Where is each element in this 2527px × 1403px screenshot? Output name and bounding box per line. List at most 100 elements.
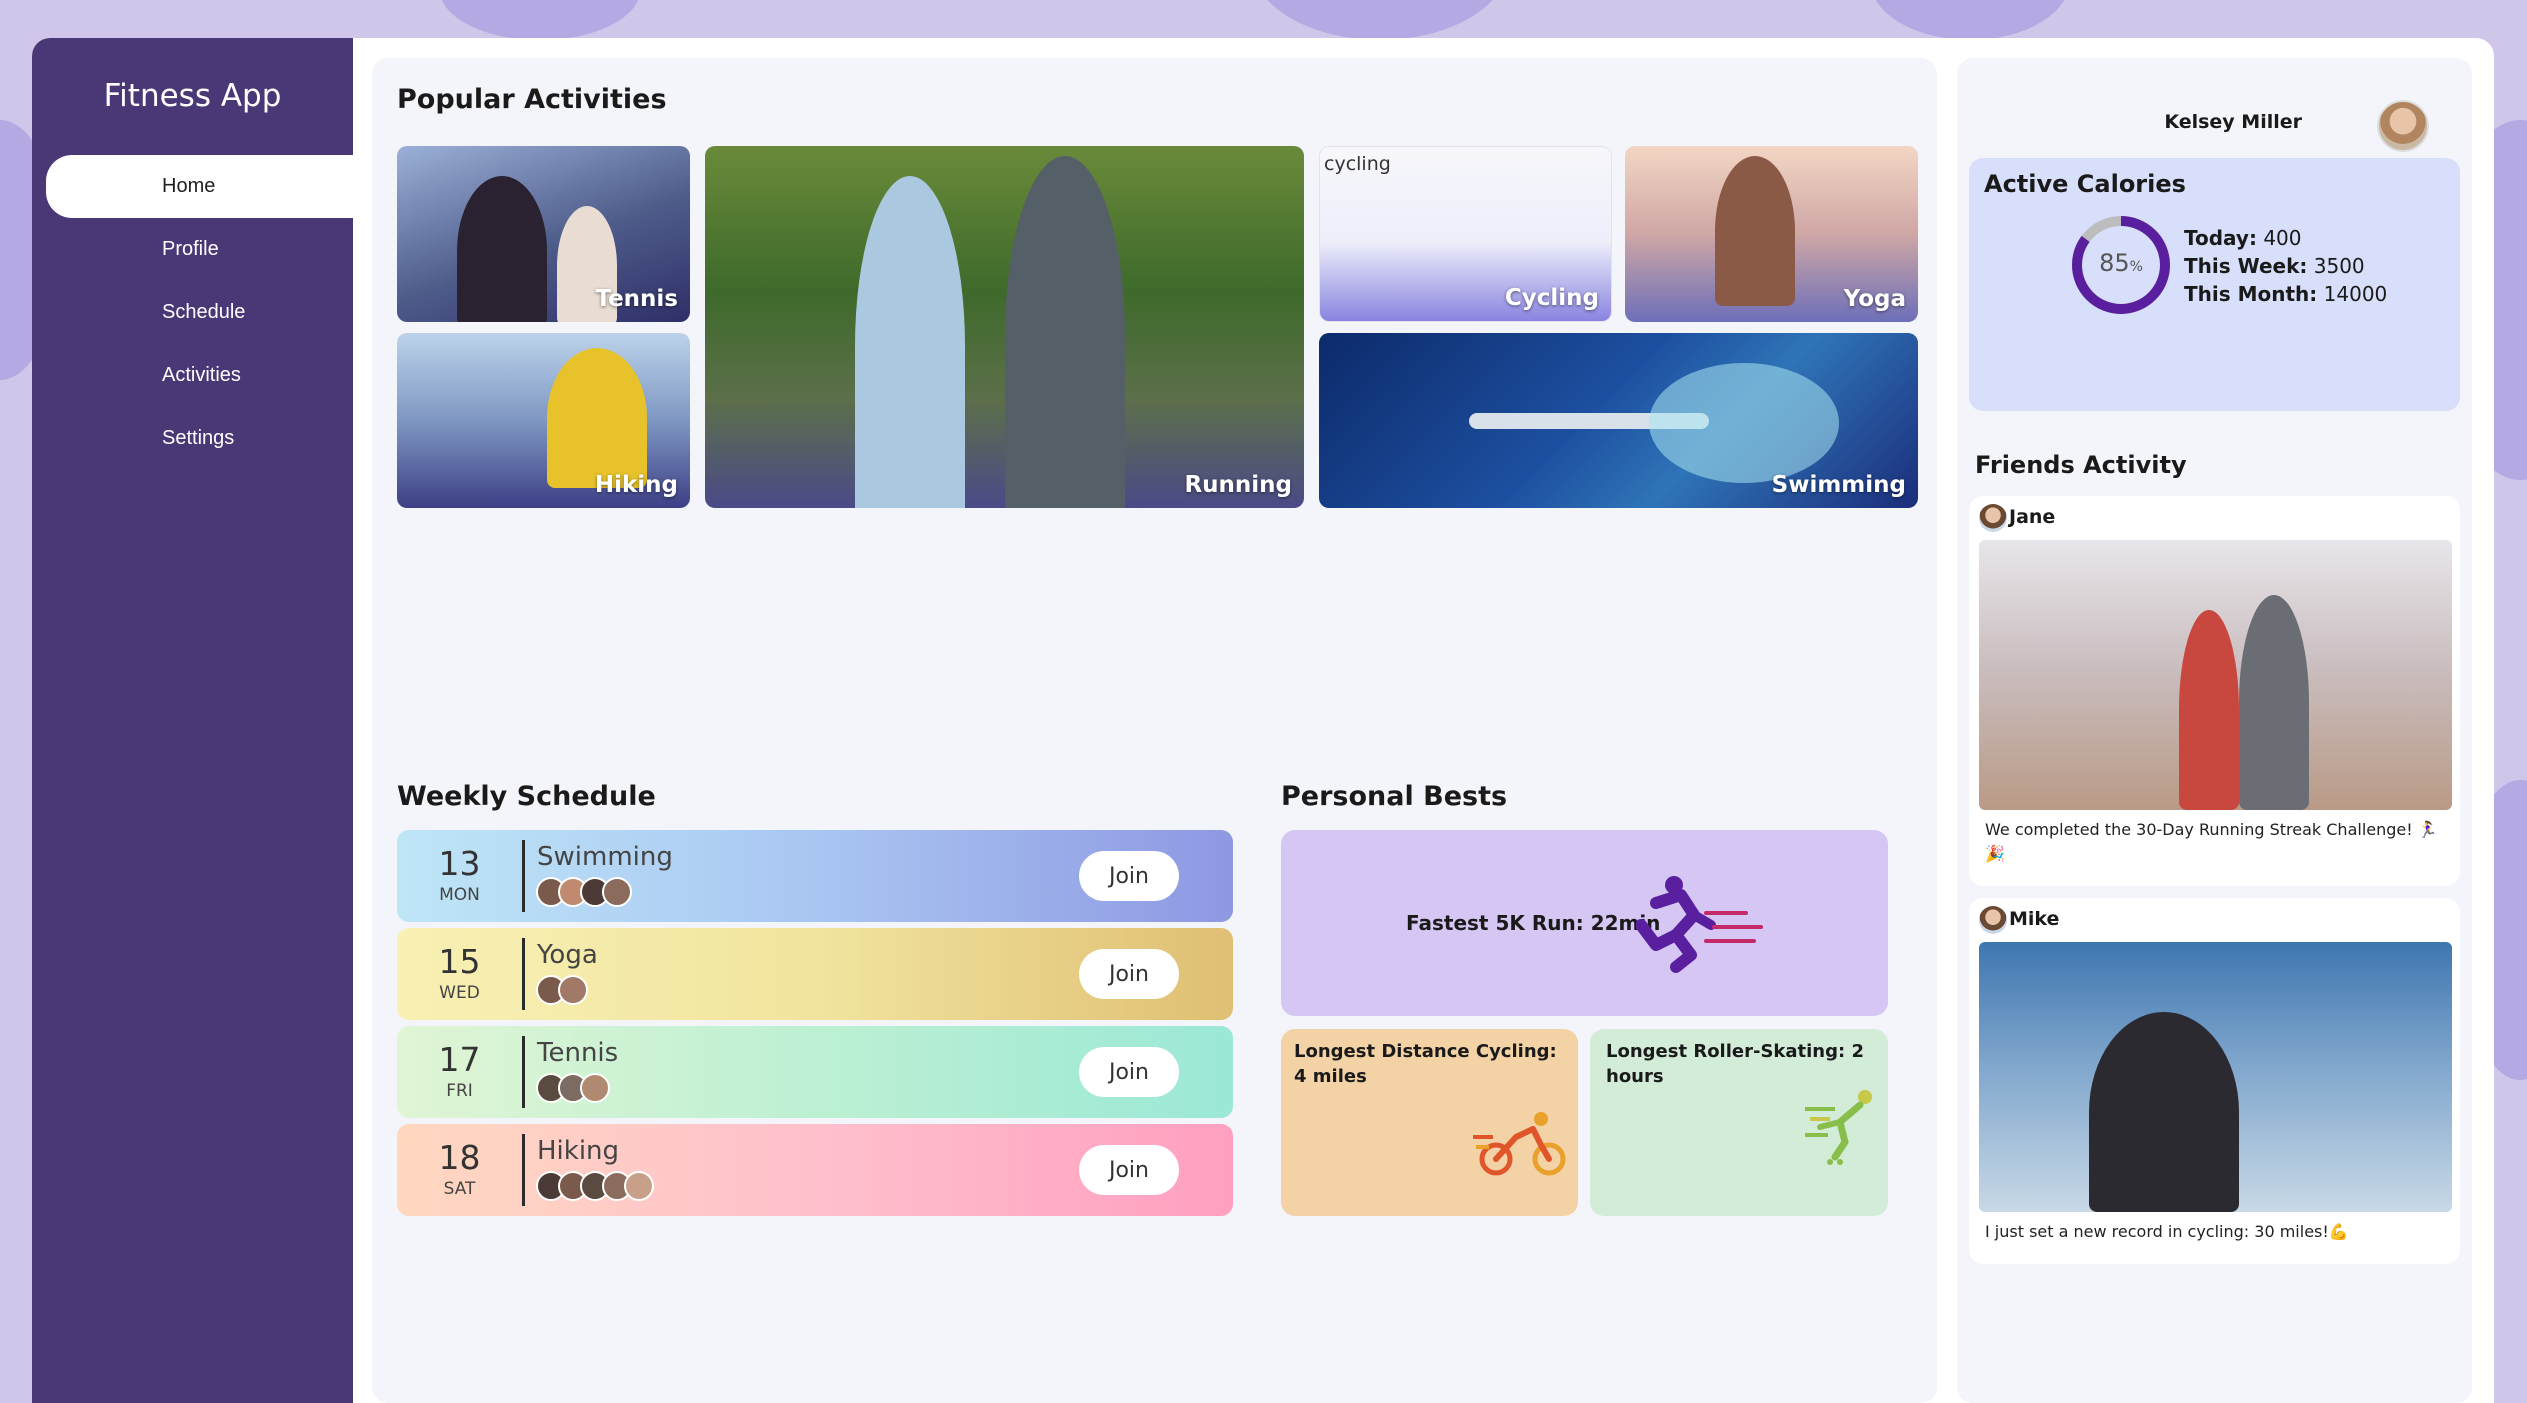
- image-alt-text: cycling: [1324, 153, 1391, 175]
- sidebar-item-schedule[interactable]: Schedule: [32, 281, 353, 344]
- schedule-row: 17 FRI Tennis Join: [397, 1026, 1233, 1118]
- stat-value: 3500: [2313, 254, 2365, 278]
- schedule-row: 18 SAT Hiking Join: [397, 1124, 1233, 1216]
- roller-skating-icon: [1805, 1090, 1872, 1165]
- user-name: Kelsey Miller: [2164, 111, 2302, 133]
- schedule-date: 17 FRI: [397, 1040, 522, 1101]
- schedule-day: 17: [438, 1040, 481, 1079]
- schedule-day: 13: [438, 844, 481, 883]
- schedule-row: 13 MON Swimming Join: [397, 830, 1233, 922]
- app-title: Fitness App: [103, 78, 282, 114]
- sidebar-nav: Home Profile Schedule Activities Setting…: [32, 155, 353, 470]
- sidebar-item-settings[interactable]: Settings: [32, 407, 353, 470]
- cycling-icon: [1473, 1112, 1566, 1176]
- sidebar-item-profile[interactable]: Profile: [32, 218, 353, 281]
- sidebar-item-home[interactable]: Home: [46, 155, 353, 218]
- friend-post: Mike I just set a new record in cycling:…: [1969, 898, 2460, 1264]
- runner-image: [855, 176, 965, 508]
- join-button[interactable]: Join: [1079, 949, 1179, 999]
- calories-stats: Today: 400 This Week: 3500 This Month: 1…: [2184, 224, 2387, 308]
- hiker-image: [547, 348, 647, 488]
- join-button[interactable]: Join: [1079, 1047, 1179, 1097]
- activity-tile-label: Swimming: [1771, 472, 1906, 498]
- calories-percent-value: 85: [2099, 249, 2130, 277]
- stat-label: This Month:: [2184, 282, 2318, 306]
- divider: [522, 938, 525, 1010]
- avatar: [580, 1073, 610, 1103]
- sidebar: Fitness App Home Profile Schedule Activi…: [32, 38, 353, 1403]
- fastest-5k-card: Fastest 5K Run: 22min: [1281, 830, 1888, 1016]
- main-panel: Popular Activities Tennis Running cyclin…: [372, 58, 1937, 1403]
- activity-tile-label: Running: [1184, 472, 1292, 498]
- activity-tile-cycling[interactable]: cycling Cycling: [1319, 146, 1612, 322]
- activity-tile-label: Cycling: [1504, 285, 1599, 311]
- activity-tile-label: Yoga: [1843, 286, 1906, 312]
- activity-tile-hiking[interactable]: Hiking: [397, 333, 690, 508]
- avatar: [602, 877, 632, 907]
- schedule-activity-name: Hiking: [537, 1136, 620, 1166]
- join-button[interactable]: Join: [1079, 1145, 1179, 1195]
- schedule-activity-name: Swimming: [537, 842, 673, 872]
- yoga-person-image: [1715, 156, 1795, 306]
- roller-skating-card: Longest Roller-Skating: 2 hours: [1590, 1029, 1888, 1216]
- schedule-activity-name: Yoga: [537, 940, 598, 970]
- cyclist-image: [2089, 1012, 2239, 1212]
- schedule-weekday: WED: [439, 983, 480, 1003]
- avatar: [624, 1171, 654, 1201]
- tennis-player-image: [457, 176, 547, 322]
- personal-bests-title: Personal Bests: [1281, 781, 1508, 812]
- fastest-5k-text: Fastest 5K Run: 22min: [1406, 911, 1661, 935]
- post-image[interactable]: [1979, 540, 2452, 810]
- divider: [522, 840, 525, 912]
- friend-post: Jane We completed the 30-Day Running Str…: [1969, 496, 2460, 886]
- runner-image: [2239, 595, 2309, 810]
- water-splash-image: [1649, 363, 1839, 483]
- calories-percent: 85%: [2069, 249, 2173, 277]
- right-panel: Kelsey Miller Active Calories 85% Today:…: [1957, 58, 2472, 1403]
- join-button[interactable]: Join: [1079, 851, 1179, 901]
- sidebar-item-activities[interactable]: Activities: [32, 344, 353, 407]
- schedule-day: 18: [438, 1138, 481, 1177]
- schedule-date: 18 SAT: [397, 1138, 522, 1199]
- stat-label: Today:: [2184, 226, 2257, 250]
- activity-tile-swimming[interactable]: Swimming: [1319, 333, 1918, 508]
- avatar: [558, 975, 588, 1005]
- cycling-best-text: Longest Distance Cycling: 4 miles: [1294, 1041, 1557, 1087]
- activity-tile-running[interactable]: Running: [705, 146, 1304, 508]
- user-avatar[interactable]: [2377, 100, 2429, 152]
- schedule-weekday: MON: [439, 885, 480, 905]
- post-text: I just set a new record in cycling: 30 m…: [1985, 1222, 2349, 1241]
- activity-tile-label: Hiking: [594, 472, 678, 498]
- weekly-schedule-title: Weekly Schedule: [397, 781, 656, 812]
- app-window: Fitness App Home Profile Schedule Activi…: [32, 38, 2494, 1403]
- schedule-day: 15: [438, 942, 481, 981]
- runner-image: [1005, 156, 1125, 508]
- popular-activities-title: Popular Activities: [397, 84, 667, 115]
- calories-percent-sign: %: [2129, 259, 2143, 275]
- stat-value: 14000: [2323, 282, 2388, 306]
- post-user-name: Mike: [2009, 908, 2060, 930]
- friends-activity-title: Friends Activity: [1975, 451, 2187, 479]
- activity-tile-yoga[interactable]: Yoga: [1625, 146, 1918, 322]
- roller-skating-best-text: Longest Roller-Skating: 2 hours: [1606, 1041, 1864, 1087]
- cycling-card: Longest Distance Cycling: 4 miles: [1281, 1029, 1578, 1216]
- post-user-name: Jane: [2009, 506, 2056, 528]
- avatar: [1979, 504, 2007, 532]
- active-calories-title: Active Calories: [1984, 170, 2186, 198]
- post-text: We completed the 30-Day Running Streak C…: [1985, 820, 2438, 863]
- schedule-weekday: FRI: [446, 1081, 473, 1101]
- schedule-weekday: SAT: [443, 1179, 476, 1199]
- schedule-date: 13 MON: [397, 844, 522, 905]
- stat-label: This Week:: [2184, 254, 2308, 278]
- runner-image: [2179, 610, 2239, 810]
- activity-tile-tennis[interactable]: Tennis: [397, 146, 690, 322]
- activity-tile-label: Tennis: [595, 286, 678, 312]
- stat-value: 400: [2263, 226, 2302, 250]
- divider: [522, 1134, 525, 1206]
- avatar: [1979, 906, 2007, 934]
- schedule-date: 15 WED: [397, 942, 522, 1003]
- schedule-row: 15 WED Yoga Join: [397, 928, 1233, 1020]
- active-calories-card: Active Calories 85% Today: 400 This Week…: [1969, 158, 2460, 411]
- post-image[interactable]: [1979, 942, 2452, 1212]
- schedule-activity-name: Tennis: [537, 1038, 619, 1068]
